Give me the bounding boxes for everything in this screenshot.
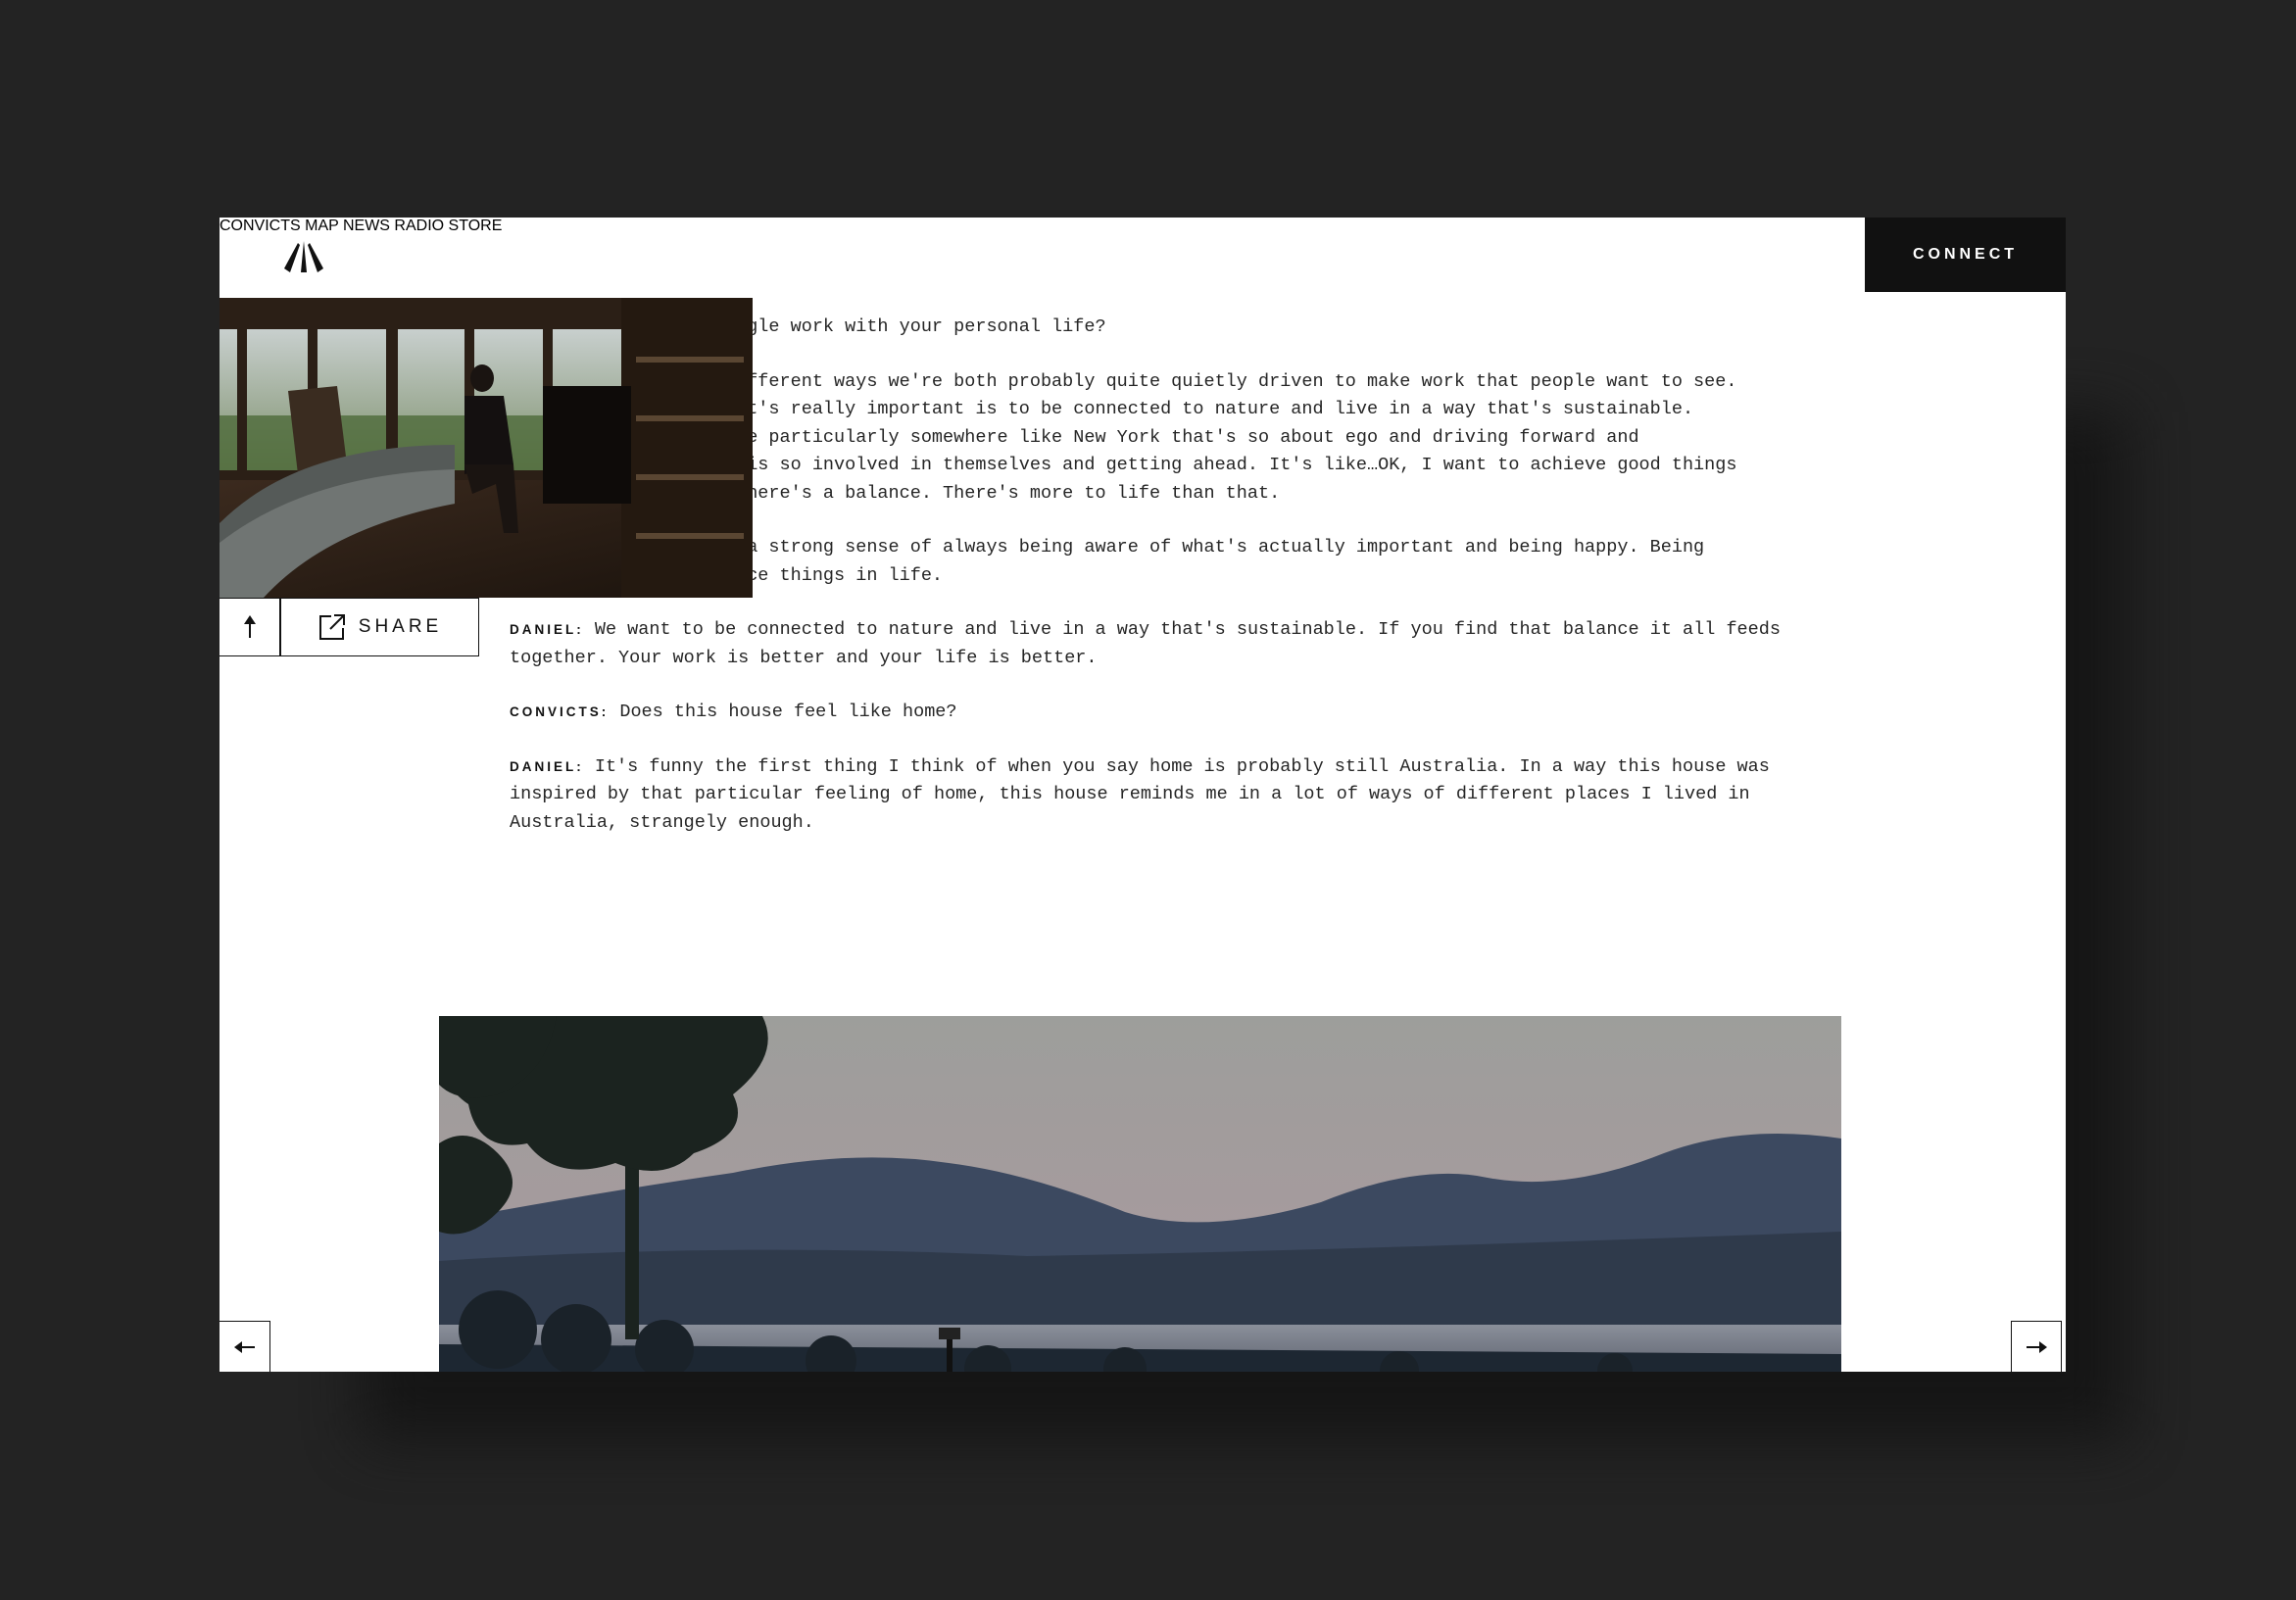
nav-item-map[interactable]: MAP [305,218,338,234]
main-nav: CONVICTS MAP NEWS RADIO STORE [220,218,2066,235]
hudson-valley-image [439,1016,1841,1372]
next-button[interactable] [2011,1321,2062,1372]
interview-answer: DANIEL: It's funny the first thing I thi… [510,753,1783,782]
answer-text: inspired by that particular feeling of h… [510,784,1750,804]
previous-button[interactable] [220,1321,270,1372]
website-window: CONVICTS MAP NEWS RADIO STORE CONNECT ug… [220,218,2066,1372]
interior-photo [220,298,753,598]
nav-item-convicts[interactable]: CONVICTS [220,218,301,234]
speaker-label: CONVICTS: [510,704,610,719]
answer-text: We want to be connected to nature and li… [583,619,1781,640]
arrow-up-icon [243,615,256,638]
scroll-to-top-button[interactable] [220,598,280,656]
share-button[interactable]: SHARE [280,598,479,656]
article-line: nce particularly somewhere like New York… [725,426,1639,448]
nav-item-news[interactable]: NEWS [343,218,390,234]
speaker-label: DANIEL: [510,758,584,774]
nav-item-store[interactable]: STORE [449,218,503,234]
answer-text: It's funny the first thing I think of wh… [583,755,1770,777]
share-label: SHARE [358,616,443,637]
article-line: e is so involved in themselves and getti… [725,455,1737,475]
arrow-left-icon [233,1340,255,1353]
question-text: Does this house feel like home? [609,702,957,722]
share-external-icon [318,614,345,640]
article-line: there's a balance. There's more to life … [725,482,1281,504]
landscape-photo [439,1016,1841,1372]
interview-answer: DANIEL: We want to be connected to natur… [510,616,1783,645]
speaker-label: DANIEL: [510,622,584,637]
interview-question: CONVICTS: Does this house feel like home… [510,699,1783,727]
answer-text: Australia, strangely enough. [510,811,814,833]
answer-text: together. Your work is better and your l… [510,647,1098,668]
brand-logo-icon[interactable] [282,239,325,274]
article-line: uggle work with your personal life? [725,316,1106,337]
piano-room-image [220,298,753,598]
nav-item-radio[interactable]: RADIO [394,218,444,234]
article-line: hat's really important is to be connecte… [725,399,1694,419]
article-line: different ways we're both probably quite… [725,370,1737,392]
article-line: nice things in life. [725,564,944,586]
connect-button[interactable]: CONNECT [1865,218,2066,292]
article-line: ; a strong sense of always being aware o… [725,537,1705,558]
arrow-right-icon [2027,1340,2047,1353]
